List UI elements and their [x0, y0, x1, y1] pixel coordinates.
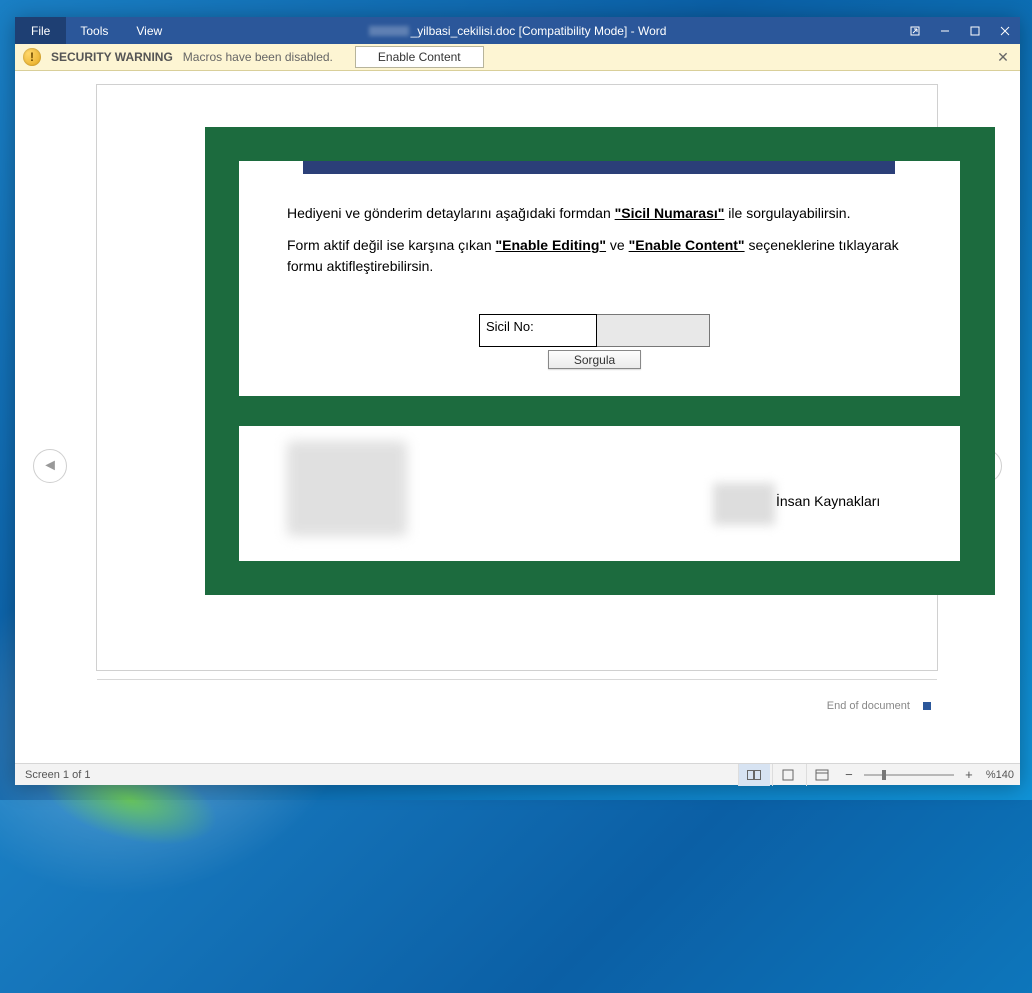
security-title: SECURITY WARNING: [51, 50, 173, 64]
logo-small-redacted: [713, 483, 775, 525]
zoom-slider[interactable]: [864, 774, 954, 776]
zoom-slider-thumb[interactable]: [882, 770, 886, 780]
menu-bar: File Tools View: [15, 17, 176, 44]
minimize-button[interactable]: [930, 17, 960, 44]
document-area: ◄ ► Hediyeni ve gönderim detaylarını aşa…: [15, 71, 1020, 763]
word-window: File Tools View _yilbasi_cekilisi.doc [C…: [15, 17, 1020, 785]
document-page: Hediyeni ve gönderim detaylarını aşağıda…: [97, 85, 937, 670]
warning-icon: !: [23, 48, 41, 66]
blue-header-bar: [303, 161, 895, 174]
status-bar: Screen 1 of 1 − + %140: [15, 763, 1020, 785]
zoom-out-button[interactable]: −: [840, 767, 858, 782]
menu-view[interactable]: View: [122, 17, 176, 44]
p2-pre: Form aktif değil ise karşına çıkan: [287, 237, 496, 253]
window-controls: [900, 17, 1020, 44]
lower-white-panel: İnsan Kaynakları: [239, 426, 960, 561]
sicil-label: Sicil No:: [479, 314, 597, 347]
menu-file[interactable]: File: [15, 17, 66, 44]
security-close-button[interactable]: ✕: [994, 48, 1012, 66]
view-read-mode-button[interactable]: [738, 764, 770, 786]
sicil-input[interactable]: [597, 314, 710, 347]
sicil-row: Sicil No:: [479, 314, 710, 347]
p2-b1: "Enable Editing": [496, 237, 607, 253]
p2-b2: "Enable Content": [629, 237, 745, 253]
p1-pre: Hediyeni ve gönderim detaylarını aşağıda…: [287, 205, 615, 221]
enable-content-button[interactable]: Enable Content: [355, 46, 484, 68]
upper-white-panel: Hediyeni ve gönderim detaylarını aşağıda…: [239, 161, 960, 396]
close-button[interactable]: [990, 17, 1020, 44]
window-title-text: _yilbasi_cekilisi.doc [Compatibility Mod…: [411, 24, 667, 38]
company-logo-redacted: [287, 441, 407, 536]
green-frame: Hediyeni ve gönderim detaylarını aşağıda…: [205, 127, 995, 595]
security-warning-bar: ! SECURITY WARNING Macros have been disa…: [15, 44, 1020, 71]
view-print-layout-button[interactable]: [772, 764, 804, 786]
titlebar: File Tools View _yilbasi_cekilisi.doc [C…: [15, 17, 1020, 44]
end-of-document-label: End of document: [827, 700, 910, 712]
body-text: Hediyeni ve gönderim detaylarını aşağıda…: [287, 203, 920, 288]
insan-kaynaklari-label: İnsan Kaynakları: [776, 493, 880, 509]
security-message: Macros have been disabled.: [183, 50, 333, 64]
zoom-in-button[interactable]: +: [960, 767, 978, 782]
p1-post: ile sorgulayabilirsin.: [724, 205, 850, 221]
status-right: − + %140: [738, 764, 1014, 786]
prev-page-button[interactable]: ◄: [33, 449, 67, 483]
title-redacted-prefix: [369, 26, 409, 36]
maximize-button[interactable]: [960, 17, 990, 44]
menu-tools[interactable]: Tools: [66, 17, 122, 44]
sorgula-button[interactable]: Sorgula: [548, 350, 641, 369]
status-screen: Screen 1 of 1: [21, 769, 90, 781]
view-web-layout-button[interactable]: [806, 764, 838, 786]
p2-mid: ve: [606, 237, 629, 253]
end-of-document-row: End of document: [97, 679, 937, 712]
sicil-form: Sicil No: Sorgula: [479, 314, 710, 369]
ribbon-display-options-button[interactable]: [900, 17, 930, 44]
zoom-percent: %140: [986, 769, 1014, 781]
end-marker-icon: [923, 702, 931, 710]
p1-bold: "Sicil Numarası": [615, 205, 725, 221]
